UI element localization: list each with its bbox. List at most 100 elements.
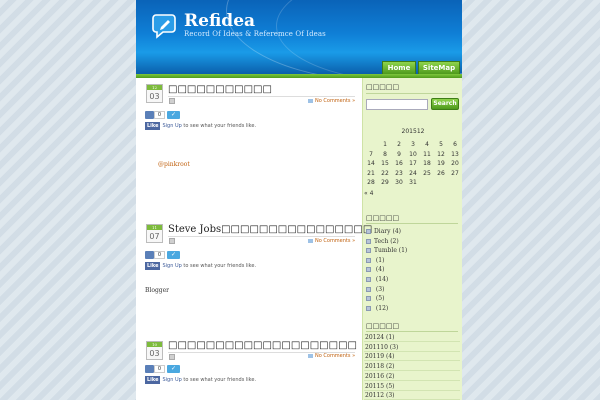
tweet-button[interactable]: ✓ xyxy=(167,111,180,119)
comments-link-label: No Comments » xyxy=(315,98,356,104)
facebook-like-widget: Like Sign Up to see what your friends li… xyxy=(145,376,256,384)
category-icon xyxy=(366,257,371,263)
category-item[interactable]: (3) xyxy=(366,286,384,293)
category-label: (12) xyxy=(374,304,389,312)
comments-link[interactable]: No Comments » xyxy=(308,98,355,104)
calendar-day: 5 xyxy=(439,141,443,149)
calendar-day: 6 xyxy=(453,141,457,149)
category-item[interactable]: (1) xyxy=(366,257,384,264)
comments-link[interactable]: No Comments » xyxy=(308,238,355,244)
comments-link[interactable]: No Comments » xyxy=(308,353,355,359)
post-title-link[interactable]: □□□□□□□□□□□ xyxy=(168,84,272,95)
calendar-day: 4 xyxy=(425,141,429,149)
calendar-week-row: 7 8 9 10 11 12 13 xyxy=(364,150,462,160)
nav-home-button[interactable]: Home xyxy=(382,61,416,74)
calendar-week-row: 28 29 30 31 xyxy=(364,178,462,188)
calendar-day: 23 xyxy=(395,169,403,177)
share-button[interactable] xyxy=(145,251,154,259)
post-date-day: 07 xyxy=(149,232,160,241)
archive-item[interactable]: 201110 (3) xyxy=(364,343,460,352)
category-label: (4) xyxy=(374,266,385,274)
facebook-like-button[interactable]: Like xyxy=(145,376,161,384)
tweet-button[interactable]: ✓ xyxy=(167,365,180,373)
calendar-day: 22 xyxy=(381,169,389,177)
post-date-badge: 12 03 xyxy=(146,84,163,103)
post-title-underline xyxy=(168,236,355,237)
share-button[interactable] xyxy=(145,111,154,119)
category-icon xyxy=(366,305,371,311)
calendar-day: 14 xyxy=(367,160,375,168)
calendar-day: 21 xyxy=(367,169,375,177)
post-title-underline xyxy=(168,96,355,97)
signup-text: to see what your friends like. xyxy=(181,263,257,269)
calendar-day xyxy=(364,140,378,150)
site-description: Record Of Ideas & Referemce Of Ideas xyxy=(184,30,326,38)
author-icon xyxy=(169,98,175,104)
post-date-badge: 11 07 xyxy=(146,224,163,243)
tweet-button[interactable]: ✓ xyxy=(167,251,180,259)
share-count: 0 xyxy=(154,251,165,259)
search-button[interactable]: Search xyxy=(431,98,459,110)
category-icon xyxy=(366,296,371,302)
facebook-like-widget: Like Sign Up to see what your friends li… xyxy=(145,122,256,130)
author-icon xyxy=(169,354,175,360)
category-icon xyxy=(366,267,371,273)
comments-link-label: No Comments » xyxy=(315,353,356,359)
calendar-day: 28 xyxy=(367,179,375,187)
facebook-like-widget: Like Sign Up to see what your friends li… xyxy=(145,262,256,270)
post-title-link[interactable]: □□□□□□□□□□□□□□□□□□□□ xyxy=(168,340,357,351)
post-body-text[interactable]: @pinkroot xyxy=(158,161,190,168)
signup-link[interactable]: Sign Up xyxy=(162,263,181,269)
category-icon xyxy=(366,248,371,254)
comments-link-label: No Comments » xyxy=(315,238,356,244)
calendar-day: 13 xyxy=(451,150,459,158)
post-date-day: 03 xyxy=(149,349,160,358)
category-item[interactable]: Diary (4) xyxy=(366,228,401,235)
calendar-day: 11 xyxy=(423,150,431,158)
post-title-link[interactable]: Steve Jobs□□□□□□□□□□□□□□□□ xyxy=(168,224,372,235)
facebook-like-button[interactable]: Like xyxy=(145,122,161,130)
calendar-week-row: 14 15 16 17 18 19 20 xyxy=(364,159,462,169)
widget-divider xyxy=(366,331,458,332)
author-icon xyxy=(169,238,175,244)
category-label: (14) xyxy=(374,276,389,283)
archive-item[interactable]: 20118 (2) xyxy=(364,362,460,372)
calendar-day: 31 xyxy=(409,179,417,187)
category-label: Diary (4) xyxy=(374,228,401,235)
search-input[interactable] xyxy=(366,99,428,110)
category-item[interactable]: (5) xyxy=(366,295,384,302)
share-button[interactable] xyxy=(145,365,154,373)
facebook-like-button[interactable]: Like xyxy=(145,262,161,270)
signup-text: to see what your friends like. xyxy=(181,377,257,383)
archive-item[interactable]: 20115 (5) xyxy=(364,382,460,391)
calendar-day: 7 xyxy=(369,150,373,158)
calendar-day: 10 xyxy=(409,150,417,158)
archive-item[interactable]: 20112 (3) xyxy=(364,391,460,400)
signup-link[interactable]: Sign Up xyxy=(162,123,181,129)
archive-item[interactable]: 20116 (2) xyxy=(364,372,460,381)
calendar-day: 20 xyxy=(451,160,459,168)
category-icon xyxy=(366,238,371,244)
archive-item[interactable]: 20124 (1) xyxy=(364,333,460,342)
signup-link[interactable]: Sign Up xyxy=(162,377,181,383)
category-item[interactable]: (4) xyxy=(366,266,384,273)
category-item[interactable]: (14) xyxy=(366,276,388,283)
speech-bubble-pencil-icon[interactable] xyxy=(152,12,178,40)
category-item[interactable]: (12) xyxy=(366,305,388,312)
category-label: Tumble (1) xyxy=(374,247,408,255)
calendar-day: 24 xyxy=(409,169,417,177)
calendar-day: 25 xyxy=(423,169,431,177)
widget-divider xyxy=(366,93,458,94)
category-item[interactable]: Tumble (1) xyxy=(366,247,407,254)
nav-sitemap-button[interactable]: SiteMap xyxy=(418,61,460,74)
archive-item[interactable]: 20119 (4) xyxy=(364,352,460,362)
signup-text: to see what your friends like. xyxy=(181,123,257,129)
calendar-day xyxy=(420,178,434,188)
site-title[interactable]: Refidea xyxy=(184,11,255,31)
calendar-day: 2 xyxy=(397,141,401,149)
calendar-day xyxy=(448,178,462,188)
comment-icon xyxy=(308,98,313,103)
category-item[interactable]: Tech (2) xyxy=(366,238,399,245)
calendar-prev-link[interactable]: « 4 xyxy=(364,190,462,197)
calendar-caption: 201512 xyxy=(401,128,425,135)
